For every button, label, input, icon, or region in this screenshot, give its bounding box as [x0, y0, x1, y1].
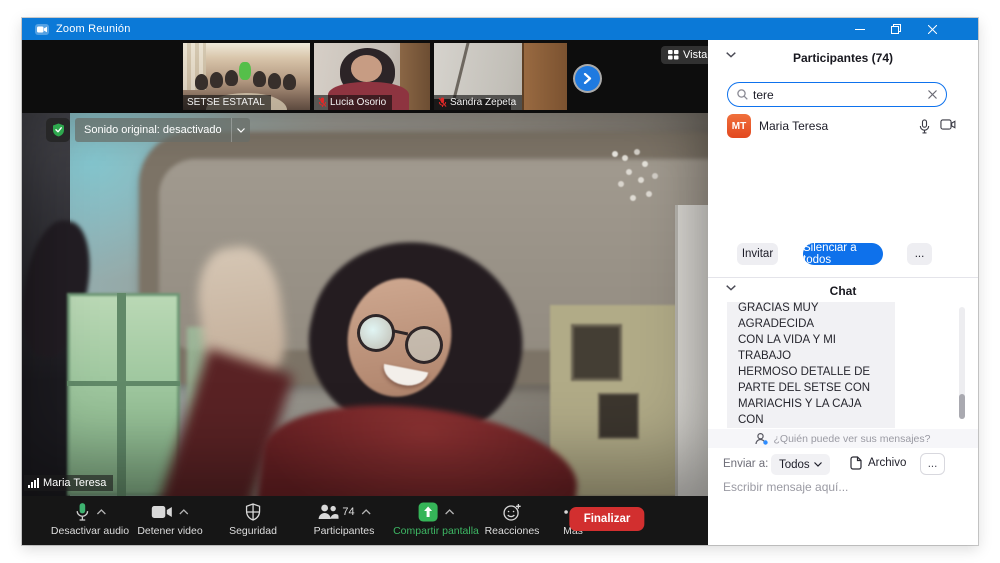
participant-mic-icon — [919, 119, 930, 134]
participant-row[interactable]: MT Maria Teresa — [716, 111, 970, 141]
send-to-label: Enviar a: — [723, 458, 768, 470]
participants-actions: Invitar Silenciar a todos ... — [708, 243, 978, 266]
chevron-right-icon — [583, 73, 592, 84]
chat-panel-title: Chat — [708, 284, 978, 298]
chat-send-row: Enviar a: Todos Archivo ... — [708, 453, 978, 476]
grid-view-icon — [668, 50, 679, 60]
chevron-down-icon — [814, 462, 822, 467]
chat-message-list: GRACIAS MUY AGRADECIDA CON LA VIDA Y MI … — [708, 302, 978, 428]
speaker-name: Maria Teresa — [43, 477, 106, 489]
video-scene — [22, 113, 708, 496]
thumb1-name-tag: SETSE ESTATAL — [183, 95, 271, 110]
original-sound-dropdown[interactable] — [231, 118, 250, 142]
send-to-dropdown[interactable]: Todos — [771, 454, 830, 475]
participants-panel-title: Participantes (74) — [708, 51, 978, 65]
next-page-button[interactable] — [575, 66, 600, 91]
thumbnail-lucia-osorio[interactable]: Lucia Osorio — [314, 43, 430, 110]
share-screen-button[interactable]: Compartir pantalla — [393, 500, 479, 537]
chat-header: Chat — [708, 283, 978, 301]
meeting-area: SETSE ESTATAL Lucia Osorio — [22, 40, 708, 545]
participants-count-badge: 74 — [342, 506, 354, 518]
original-sound-label: Sonido original: desactivado — [84, 124, 222, 136]
chat-more-button[interactable]: ... — [920, 453, 945, 475]
zoom-window: Zoom Reunión — [22, 18, 978, 545]
title-bar: Zoom Reunión — [22, 18, 978, 40]
invite-button[interactable]: Invitar — [737, 243, 778, 265]
participant-avatar: MT — [727, 114, 751, 138]
view-label: Vista — [683, 49, 707, 61]
thumb3-name: Sandra Zepeta — [450, 97, 516, 108]
participants-more-button[interactable]: ... — [907, 243, 932, 265]
security-label: Seguridad — [229, 525, 277, 537]
file-icon — [850, 456, 862, 470]
video-camera-icon — [152, 505, 173, 519]
thumb2-name-tag: Lucia Osorio — [314, 95, 392, 110]
thumbnail-setse-estatal[interactable]: SETSE ESTATAL — [183, 43, 310, 110]
chat-message-input[interactable] — [723, 480, 953, 494]
end-meeting-button[interactable]: Finalizar — [570, 507, 645, 531]
speaker-name-tag: Maria Teresa — [24, 475, 113, 491]
participants-icon — [317, 504, 338, 520]
thumb2-name: Lucia Osorio — [330, 97, 386, 108]
meeting-toolbar: Desactivar audio Detener video Seguridad — [22, 496, 708, 545]
search-input[interactable] — [753, 88, 923, 102]
mute-audio-button[interactable]: Desactivar audio — [51, 500, 129, 537]
stop-video-button[interactable]: Detener video — [137, 500, 202, 537]
privacy-note-text: ¿Quién puede ver sus mensajes? — [773, 433, 930, 445]
view-button[interactable]: Vista — [661, 46, 714, 64]
clear-search-icon[interactable] — [928, 90, 937, 99]
security-button[interactable]: Seguridad — [229, 500, 277, 537]
video-options-caret[interactable] — [180, 509, 189, 515]
thumb1-name: SETSE ESTATAL — [187, 97, 265, 108]
share-screen-icon — [418, 502, 438, 522]
participant-name: Maria Teresa — [759, 119, 919, 133]
chevron-down-icon — [237, 128, 245, 133]
side-panel: Participantes (74) MT Maria Teresa Invit… — [708, 40, 978, 545]
participants-label: Participantes — [314, 525, 375, 537]
window-title: Zoom Reunión — [56, 23, 131, 35]
security-shield-badge[interactable] — [46, 118, 70, 142]
minimize-button[interactable] — [842, 18, 878, 40]
mute-all-button[interactable]: Silenciar a todos — [803, 243, 883, 265]
main-video: Sonido original: desactivado Maria Teres… — [22, 113, 708, 496]
close-button[interactable] — [914, 18, 950, 40]
panel-divider — [708, 277, 978, 278]
security-shield-icon — [245, 503, 261, 521]
audio-level-icon — [28, 478, 39, 488]
original-sound-button[interactable]: Sonido original: desactivado — [75, 118, 231, 142]
chat-message-bubble: GRACIAS MUY AGRADECIDA CON LA VIDA Y MI … — [727, 302, 895, 428]
participant-camera-icon — [940, 119, 956, 130]
participants-header: Participantes (74) — [708, 40, 978, 76]
thumbnail-sandra-zepeta[interactable]: Sandra Zepeta — [434, 43, 567, 110]
search-icon — [737, 89, 748, 100]
zoom-app-icon — [35, 24, 49, 35]
reactions-label: Reacciones — [485, 525, 540, 537]
chat-scrollbar-thumb[interactable] — [959, 394, 965, 419]
participant-search-box[interactable] — [727, 82, 947, 107]
send-to-value: Todos — [779, 459, 810, 471]
share-options-caret[interactable] — [445, 509, 454, 515]
reactions-smiley-icon — [503, 503, 522, 522]
stop-video-label: Detener video — [137, 525, 202, 537]
audio-options-caret[interactable] — [97, 509, 106, 515]
message-privacy-button[interactable]: ¿Quién puede ver sus mensajes? — [708, 429, 978, 448]
participants-button[interactable]: 74 Participantes — [314, 500, 375, 537]
person-privacy-icon — [755, 433, 768, 445]
video-filmstrip: SETSE ESTATAL Lucia Osorio — [22, 40, 708, 113]
mic-muted-icon — [438, 97, 447, 108]
shield-check-icon — [52, 123, 65, 137]
file-share-button[interactable]: Archivo — [850, 456, 906, 470]
mic-muted-icon — [318, 97, 327, 108]
share-screen-label: Compartir pantalla — [393, 525, 479, 537]
thumb3-name-tag: Sandra Zepeta — [434, 95, 522, 110]
reactions-button[interactable]: Reacciones — [485, 500, 540, 537]
file-share-label: Archivo — [868, 457, 906, 469]
mute-audio-label: Desactivar audio — [51, 525, 129, 537]
restore-button[interactable] — [878, 18, 914, 40]
microphone-icon — [75, 502, 90, 522]
participants-options-caret[interactable] — [362, 509, 371, 515]
